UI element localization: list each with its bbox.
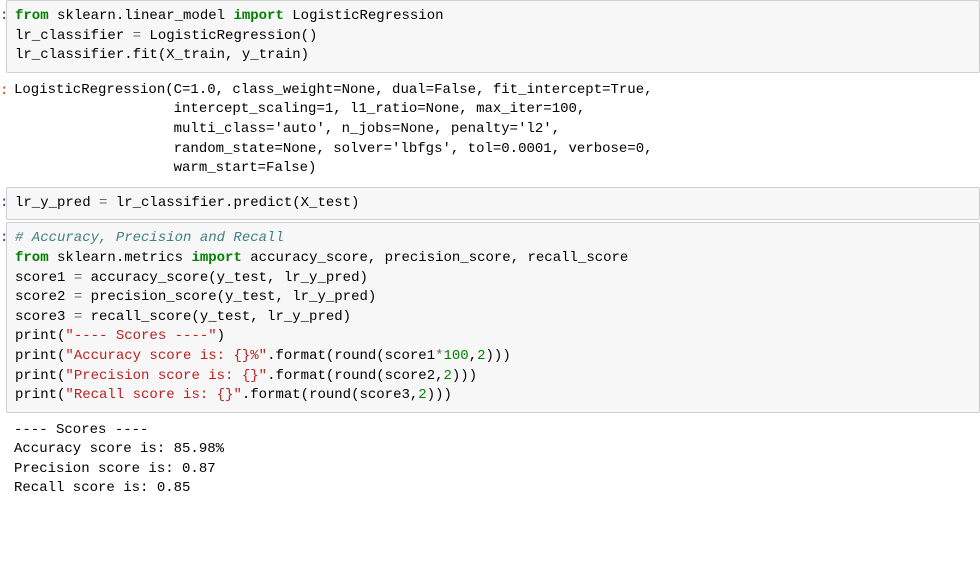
code-input[interactable]: # Accuracy, Precision and Recall from sk… bbox=[6, 222, 980, 412]
code-text: accuracy_score, precision_score, recall_… bbox=[242, 250, 628, 266]
keyword-from: from bbox=[15, 250, 49, 266]
code-text: lr_classifier.fit(X_train, y_train) bbox=[15, 47, 309, 63]
operator: * bbox=[435, 348, 443, 364]
code-text: ))) bbox=[452, 368, 477, 384]
operator: = bbox=[74, 289, 82, 305]
output-cell-1: : LogisticRegression(C=1.0, class_weight… bbox=[0, 75, 980, 185]
code-text: .format(round(score2, bbox=[267, 368, 443, 384]
number-literal: 2 bbox=[418, 387, 426, 403]
stdout-text: ---- Scores ---- Accuracy score is: 85.9… bbox=[6, 415, 980, 505]
code-input[interactable]: from sklearn.linear_model import Logisti… bbox=[6, 0, 980, 73]
keyword-import: import bbox=[233, 8, 283, 24]
keyword-import: import bbox=[191, 250, 241, 266]
comment: # Accuracy, Precision and Recall bbox=[15, 230, 284, 246]
code-text: ) bbox=[217, 328, 225, 344]
output-text: LogisticRegression(C=1.0, class_weight=N… bbox=[6, 75, 980, 185]
number-literal: 2 bbox=[477, 348, 485, 364]
code-text: lr_classifier bbox=[15, 28, 133, 44]
code-cell-2: : lr_y_pred = lr_classifier.predict(X_te… bbox=[0, 187, 980, 221]
code-text: score3 bbox=[15, 309, 74, 325]
code-text: print( bbox=[15, 368, 65, 384]
code-text: sklearn.metrics bbox=[49, 250, 192, 266]
code-cell-3: : # Accuracy, Precision and Recall from … bbox=[0, 222, 980, 412]
operator: = bbox=[74, 309, 82, 325]
keyword-from: from bbox=[15, 8, 49, 24]
string-literal: "Accuracy score is: {}%" bbox=[65, 348, 267, 364]
code-text: score1 bbox=[15, 270, 74, 286]
code-text: recall_score(y_test, lr_y_pred) bbox=[82, 309, 351, 325]
code-text: ))) bbox=[486, 348, 511, 364]
string-literal: "Precision score is: {}" bbox=[65, 368, 267, 384]
code-text: lr_classifier.predict(X_test) bbox=[107, 195, 359, 211]
code-text: precision_score(y_test, lr_y_pred) bbox=[82, 289, 376, 305]
code-text: print( bbox=[15, 328, 65, 344]
code-text: .format(round(score1 bbox=[267, 348, 435, 364]
code-text: print( bbox=[15, 387, 65, 403]
string-literal: "---- Scores ----" bbox=[65, 328, 216, 344]
code-input[interactable]: lr_y_pred = lr_classifier.predict(X_test… bbox=[6, 187, 980, 221]
code-text: , bbox=[469, 348, 477, 364]
code-text: .format(round(score3, bbox=[242, 387, 418, 403]
code-cell-1: : from sklearn.linear_model import Logis… bbox=[0, 0, 980, 73]
operator: = bbox=[74, 270, 82, 286]
output-cell-2: ---- Scores ---- Accuracy score is: 85.9… bbox=[0, 415, 980, 505]
code-text: accuracy_score(y_test, lr_y_pred) bbox=[82, 270, 368, 286]
code-text: ))) bbox=[427, 387, 452, 403]
code-text: score2 bbox=[15, 289, 74, 305]
code-text: sklearn.linear_model bbox=[49, 8, 234, 24]
string-literal: "Recall score is: {}" bbox=[65, 387, 241, 403]
number-literal: 100 bbox=[444, 348, 469, 364]
operator: = bbox=[133, 28, 141, 44]
code-text: lr_y_pred bbox=[15, 195, 99, 211]
code-text: LogisticRegression() bbox=[141, 28, 317, 44]
number-literal: 2 bbox=[444, 368, 452, 384]
code-text: LogisticRegression bbox=[284, 8, 444, 24]
code-text: print( bbox=[15, 348, 65, 364]
